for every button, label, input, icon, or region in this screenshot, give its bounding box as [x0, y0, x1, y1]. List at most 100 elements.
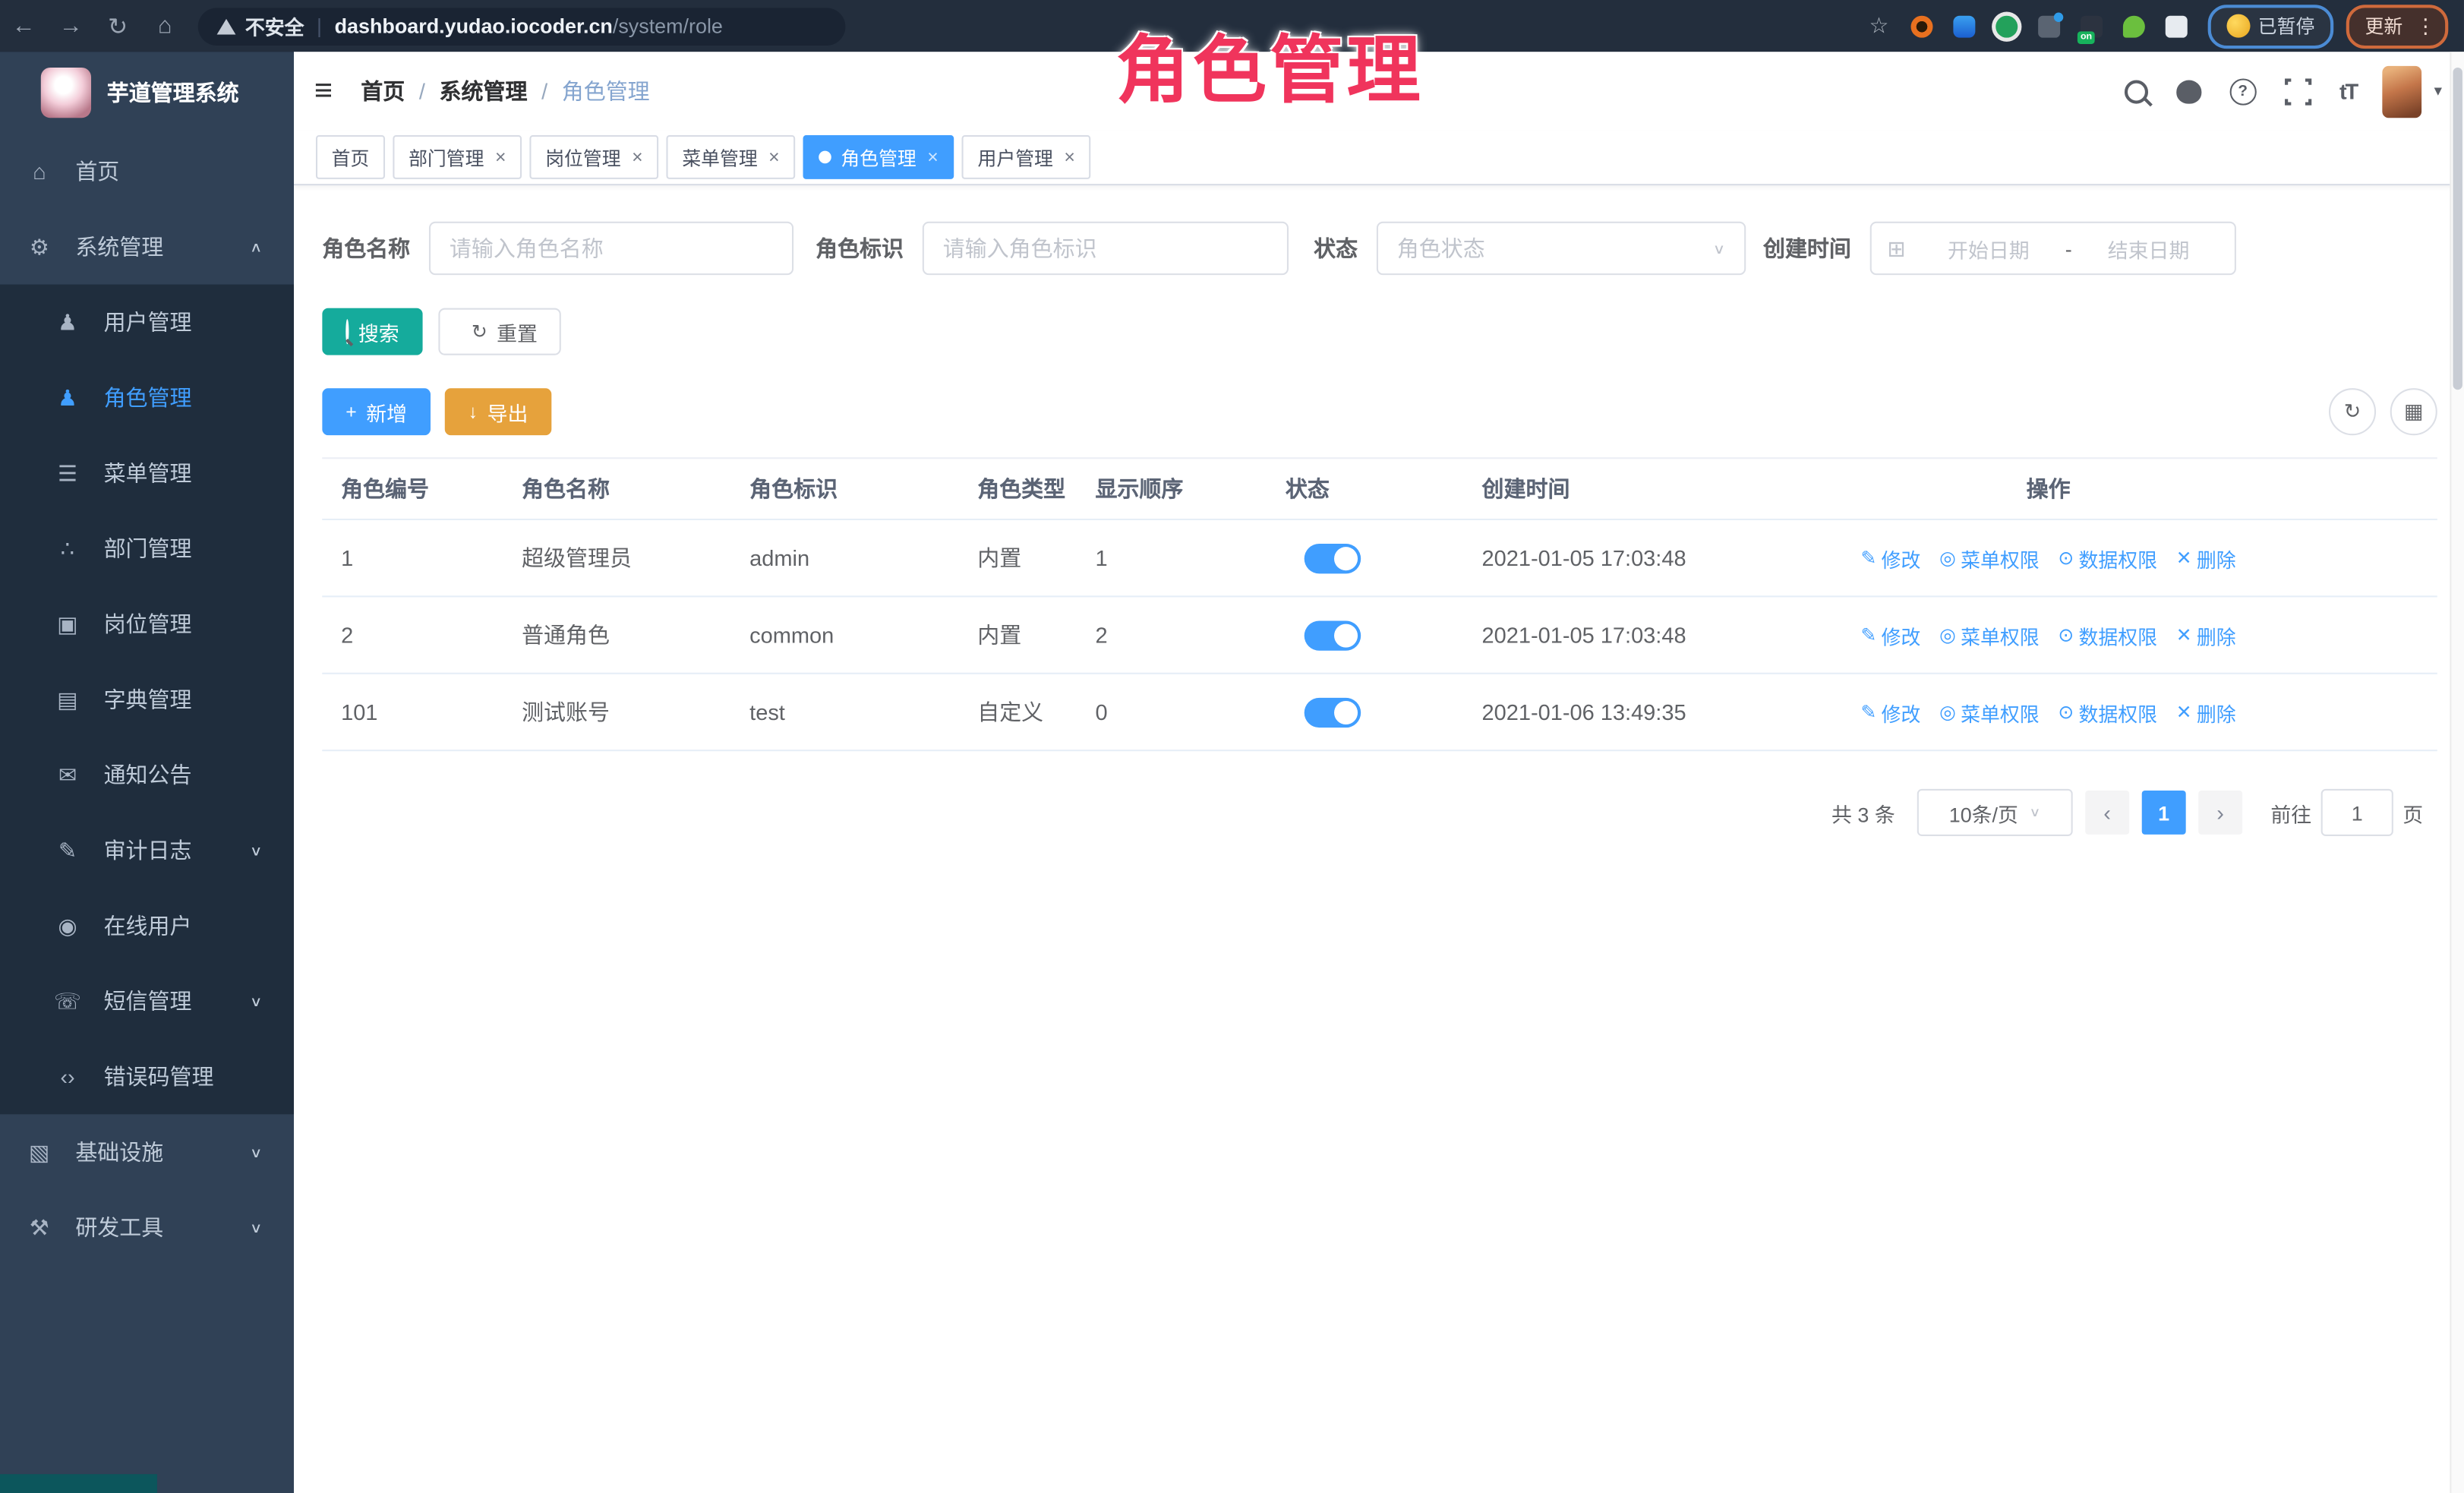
sidebar-item-notice[interactable]: ✉ 通知公告 [0, 737, 294, 813]
github-icon[interactable] [2176, 80, 2201, 103]
help-icon[interactable]: ? [2229, 77, 2256, 104]
sidebar-item-menus[interactable]: ☰ 菜单管理 [0, 435, 294, 510]
tab-close-icon[interactable]: × [495, 148, 506, 167]
delete-role-link[interactable]: ✕删除 [2176, 620, 2236, 649]
prev-page-button[interactable]: ‹ [2085, 791, 2129, 835]
filter-form: 角色名称 角色标识 状态 角色状态 ∨ 创建时间 ⊞ 开始日期 - 结束日期 [322, 220, 2437, 277]
sidebar-item-home[interactable]: ⌂ 首页 [0, 134, 294, 209]
edit-role-link[interactable]: ✎修改 [1861, 543, 1921, 573]
url-host: dashboard.yudao.iocoder.cn [335, 14, 613, 38]
menu-permission-link[interactable]: ◎菜单权限 [1939, 543, 2039, 573]
breadcrumb-separator: / [541, 78, 547, 103]
browser-menu-kebab-icon[interactable]: ⋮ [2415, 14, 2436, 39]
data-permission-link[interactable]: ⊙数据权限 [2058, 620, 2157, 649]
browser-forward-icon[interactable]: → [47, 13, 94, 39]
status-toggle[interactable] [1304, 620, 1361, 649]
hamburger-icon[interactable]: ≡ [314, 73, 333, 109]
tab-posts[interactable]: 岗位管理 × [530, 135, 659, 179]
table-header-row: 角色编号 角色名称 角色标识 角色类型 显示顺序 状态 创建时间 操作 [322, 459, 2437, 520]
breadcrumb-system[interactable]: 系统管理 [440, 75, 528, 106]
menu-permission-link[interactable]: ◎菜单权限 [1939, 620, 2039, 649]
profile-paused-chip[interactable]: 已暂停 [2208, 4, 2334, 48]
role-name-input[interactable] [429, 222, 793, 275]
role-key-input[interactable] [923, 222, 1289, 275]
extension-icon[interactable]: on [2081, 15, 2103, 37]
status-toggle[interactable] [1304, 697, 1361, 727]
search-button[interactable]: 搜索 [322, 308, 422, 355]
export-button[interactable]: ↓ 导出 [445, 388, 552, 435]
menu-permission-link[interactable]: ◎菜单权限 [1939, 697, 2039, 727]
col-role-name: 角色名称 [503, 473, 730, 504]
start-date-input[interactable]: 开始日期 [1918, 233, 2059, 263]
sidebar-item-label: 首页 [75, 156, 119, 187]
data-permission-icon: ⊙ [2058, 547, 2074, 569]
sidebar-item-online-users[interactable]: ◉ 在线用户 [0, 888, 294, 963]
sidebar-item-system[interactable]: ⚙ 系统管理 ∧ [0, 209, 294, 284]
sidebar-item-dev-tools[interactable]: ⚒ 研发工具 ∨ [0, 1190, 294, 1265]
sidebar-item-infrastructure[interactable]: ▧ 基础设施 ∨ [0, 1114, 294, 1189]
status-select[interactable]: 角色状态 ∨ [1377, 222, 1746, 275]
role-page-content: 角色名称 角色标识 状态 角色状态 ∨ 创建时间 ⊞ 开始日期 - 结束日期 [294, 185, 2464, 1493]
sidebar-item-roles[interactable]: ♟ 角色管理 [0, 360, 294, 435]
tab-close-icon[interactable]: × [927, 148, 939, 167]
tab-roles[interactable]: 角色管理 × [803, 135, 954, 179]
tab-home[interactable]: 首页 [316, 135, 385, 179]
edit-role-link[interactable]: ✎修改 [1861, 697, 1921, 727]
font-size-icon[interactable]: tT [2339, 78, 2357, 103]
edit-role-link[interactable]: ✎修改 [1861, 620, 1921, 649]
sidebar-item-sms[interactable]: ☏ 短信管理 ∨ [0, 964, 294, 1039]
sidebar-item-audit-log[interactable]: ✎ 审计日志 ∨ [0, 813, 294, 888]
app-logo[interactable]: 芋道管理系统 [0, 52, 294, 134]
end-date-input[interactable]: 结束日期 [2078, 233, 2219, 263]
delete-role-link[interactable]: ✕删除 [2176, 697, 2236, 727]
extension-icon[interactable] [1953, 15, 1975, 37]
url-path: /system/role [613, 14, 723, 38]
user-avatar[interactable] [2382, 65, 2421, 117]
refresh-table-button[interactable]: ↻ [2329, 388, 2376, 435]
delete-role-link[interactable]: ✕删除 [2176, 543, 2236, 573]
goto-page-input[interactable] [2321, 789, 2393, 836]
caret-down-icon[interactable]: ▾ [2434, 83, 2442, 100]
tab-menus[interactable]: 菜单管理 × [667, 135, 796, 179]
extensions-puzzle-icon[interactable] [2166, 15, 2188, 37]
data-permission-link[interactable]: ⊙数据权限 [2058, 697, 2157, 727]
address-bar[interactable]: 不安全 | dashboard.yudao.iocoder.cn/system/… [198, 7, 846, 45]
browser-back-icon[interactable]: ← [0, 13, 47, 39]
tab-users[interactable]: 用户管理 × [962, 135, 1091, 179]
add-button[interactable]: + 新增 [322, 388, 431, 435]
sidebar-item-dict[interactable]: ▤ 字典管理 [0, 661, 294, 737]
browser-home-icon[interactable]: ⌂ [141, 13, 188, 39]
url-divider: | [317, 14, 322, 38]
date-range-picker[interactable]: ⊞ 开始日期 - 结束日期 [1870, 222, 2236, 275]
extension-icon[interactable] [1995, 15, 2018, 37]
browser-update-button[interactable]: 更新 ⋮ [2346, 4, 2449, 48]
sidebar-item-error-codes[interactable]: ‹› 错误码管理 [0, 1039, 294, 1114]
breadcrumb-home[interactable]: 首页 [361, 75, 405, 106]
sidebar-item-users[interactable]: ♟ 用户管理 [0, 285, 294, 360]
tab-departments[interactable]: 部门管理 × [393, 135, 522, 179]
browser-reload-icon[interactable]: ↻ [94, 12, 141, 40]
fullscreen-icon[interactable] [2285, 77, 2311, 104]
tab-close-icon[interactable]: × [768, 148, 780, 167]
data-permission-link[interactable]: ⊙数据权限 [2058, 543, 2157, 573]
page-number-button[interactable]: 1 [2142, 791, 2186, 835]
tab-close-icon[interactable]: × [1064, 148, 1075, 167]
search-icon[interactable] [2124, 80, 2147, 103]
page-scrollbar[interactable] [2450, 52, 2464, 1493]
extension-icon[interactable] [2123, 15, 2145, 37]
reset-button[interactable]: ↻ 重置 [438, 308, 561, 355]
tab-bar: 首页 部门管理 × 岗位管理 × 菜单管理 × 角色管理 × [294, 131, 2464, 185]
sidebar-item-posts[interactable]: ▣ 岗位管理 [0, 586, 294, 661]
status-toggle[interactable] [1304, 543, 1361, 573]
next-page-button[interactable]: › [2198, 791, 2242, 835]
bookmark-star-icon[interactable]: ☆ [1869, 13, 1888, 39]
sidebar-item-departments[interactable]: ∴ 部门管理 [0, 511, 294, 586]
extension-icon[interactable] [1910, 15, 1932, 37]
extension-icon[interactable] [2038, 15, 2060, 37]
pagination: 共 3 条 10条/页 ∨ ‹ 1 › 前往 页 [322, 789, 2437, 836]
page-size-select[interactable]: 10条/页 ∨ [1917, 789, 2073, 836]
column-settings-button[interactable]: ▦ [2390, 388, 2437, 435]
scrollbar-thumb[interactable] [2453, 68, 2462, 390]
sidebar-item-label: 角色管理 [104, 382, 192, 413]
tab-close-icon[interactable]: × [632, 148, 643, 167]
